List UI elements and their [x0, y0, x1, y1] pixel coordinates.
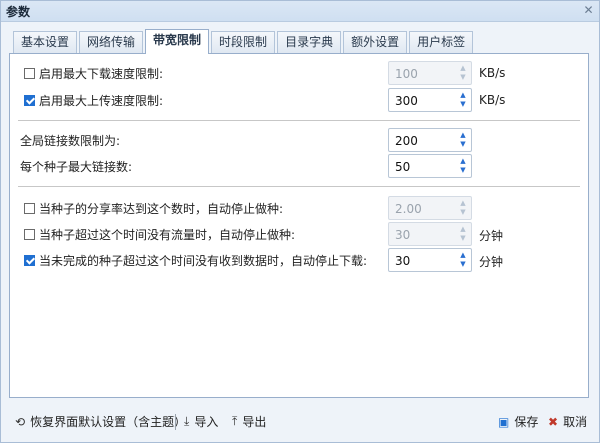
upload-icon: ⤒ — [232, 414, 238, 428]
export-button[interactable]: ⤒ 导出 — [232, 413, 266, 430]
restore-icon: ⟲ — [15, 414, 26, 429]
save-icon: ▣ — [498, 414, 510, 429]
ratio-stop-label: 当种子的分享率达到这个数时，自动停止做种: — [39, 201, 284, 216]
global-connections-spinner[interactable]: 200 ▲ ▼ — [388, 128, 472, 152]
import-label: 导入 — [194, 415, 219, 429]
no-data-stop-row[interactable]: 当未完成的种子超过这个时间没有收到数据时，自动停止下载: — [24, 249, 367, 271]
spinner-arrows-icon[interactable]: ▲ ▼ — [457, 91, 469, 109]
tab-strip: 基本设置 网络传输 带宽限制 时段限制 目录字典 额外设置 用户标签 — [13, 29, 475, 54]
per-torrent-connections-value: 50 — [395, 160, 411, 174]
cancel-button[interactable]: ✖ 取消 — [548, 413, 587, 430]
upload-limit-label: 启用最大上传速度限制: — [39, 93, 164, 108]
cancel-icon: ✖ — [548, 414, 559, 429]
tab-network[interactable]: 网络传输 — [79, 31, 144, 53]
close-icon[interactable]: ✕ — [582, 4, 595, 17]
restore-defaults-button[interactable]: ⟲ 恢复界面默认设置（含主题） — [15, 413, 186, 430]
ratio-stop-spinner[interactable]: 2.00 ▲ ▼ — [388, 196, 472, 220]
export-label: 导出 — [242, 415, 267, 429]
bandwidth-panel: 启用最大下载速度限制: 100 ▲ ▼ KB/s 启用最大上传速度限制: 300 … — [9, 53, 589, 398]
spinner-arrows-icon[interactable]: ▲ ▼ — [457, 199, 469, 217]
upload-limit-row[interactable]: 启用最大上传速度限制: — [24, 89, 163, 111]
no-traffic-stop-spinner[interactable]: 30 ▲ ▼ — [388, 222, 472, 246]
toolbar-divider — [175, 414, 176, 430]
download-limit-row[interactable]: 启用最大下载速度限制: — [24, 62, 163, 84]
divider — [18, 120, 580, 121]
ratio-stop-checkbox[interactable] — [24, 202, 35, 214]
ratio-stop-value: 2.00 — [395, 202, 422, 216]
tab-schedule[interactable]: 时段限制 — [211, 31, 276, 53]
per-torrent-connections-label: 每个种子最大链接数: — [20, 159, 133, 174]
tab-bandwidth[interactable]: 带宽限制 — [145, 29, 210, 54]
no-data-stop-label: 当未完成的种子超过这个时间没有收到数据时，自动停止下载: — [39, 253, 368, 268]
download-limit-label: 启用最大下载速度限制: — [39, 66, 164, 81]
global-connections-label: 全局链接数限制为: — [20, 133, 121, 148]
title-bar: 参数 ✕ — [1, 1, 599, 22]
tab-user-tags[interactable]: 用户标签 — [409, 31, 474, 53]
per-torrent-connections-row: 每个种子最大链接数: — [20, 155, 132, 177]
no-data-stop-spinner[interactable]: 30 ▲ ▼ — [388, 248, 472, 272]
bottom-toolbar: ⟲ 恢复界面默认设置（含主题） ⤓ 导入 ⤒ 导出 ▣ 保存 ✖ 取消 — [1, 405, 599, 441]
per-torrent-connections-spinner[interactable]: 50 ▲ ▼ — [388, 154, 472, 178]
upload-limit-spinner[interactable]: 300 ▲ ▼ — [388, 88, 472, 112]
no-traffic-stop-checkbox[interactable] — [24, 228, 35, 240]
tab-directory[interactable]: 目录字典 — [277, 31, 342, 53]
global-connections-row: 全局链接数限制为: — [20, 129, 120, 151]
upload-limit-unit: KB/s — [479, 93, 506, 107]
no-traffic-stop-row[interactable]: 当种子超过这个时间没有流量时，自动停止做种: — [24, 223, 295, 245]
window-title: 参数 — [6, 5, 31, 19]
upload-limit-checkbox[interactable] — [24, 94, 35, 106]
tab-basic[interactable]: 基本设置 — [13, 31, 78, 53]
cancel-label: 取消 — [563, 415, 588, 429]
divider — [18, 186, 580, 187]
tab-extra[interactable]: 额外设置 — [343, 31, 408, 53]
save-label: 保存 — [514, 415, 539, 429]
restore-defaults-label: 恢复界面默认设置（含主题） — [30, 415, 187, 429]
ratio-stop-row[interactable]: 当种子的分享率达到这个数时，自动停止做种: — [24, 197, 283, 219]
save-button[interactable]: ▣ 保存 — [498, 413, 538, 430]
spinner-arrows-icon[interactable]: ▲ ▼ — [457, 64, 469, 82]
spinner-arrows-icon[interactable]: ▲ ▼ — [457, 131, 469, 149]
spinner-arrows-icon[interactable]: ▲ ▼ — [457, 157, 469, 175]
spinner-arrows-icon[interactable]: ▲ ▼ — [457, 251, 469, 269]
spinner-arrows-icon[interactable]: ▲ ▼ — [457, 225, 469, 243]
download-icon: ⤓ — [184, 414, 190, 428]
download-limit-value: 100 — [395, 67, 418, 81]
download-limit-spinner[interactable]: 100 ▲ ▼ — [388, 61, 472, 85]
download-limit-checkbox[interactable] — [24, 67, 35, 79]
settings-window: 参数 ✕ 基本设置 网络传输 带宽限制 时段限制 目录字典 额外设置 用户标签 … — [0, 0, 600, 443]
no-data-stop-unit: 分钟 — [479, 255, 504, 269]
upload-limit-value: 300 — [395, 94, 418, 108]
global-connections-value: 200 — [395, 134, 418, 148]
no-data-stop-checkbox[interactable] — [24, 254, 35, 266]
download-limit-unit: KB/s — [479, 66, 506, 80]
no-traffic-stop-value: 30 — [395, 228, 411, 242]
import-button[interactable]: ⤓ 导入 — [184, 413, 218, 430]
no-traffic-stop-unit: 分钟 — [479, 229, 504, 243]
no-data-stop-value: 30 — [395, 254, 411, 268]
no-traffic-stop-label: 当种子超过这个时间没有流量时，自动停止做种: — [39, 227, 296, 242]
